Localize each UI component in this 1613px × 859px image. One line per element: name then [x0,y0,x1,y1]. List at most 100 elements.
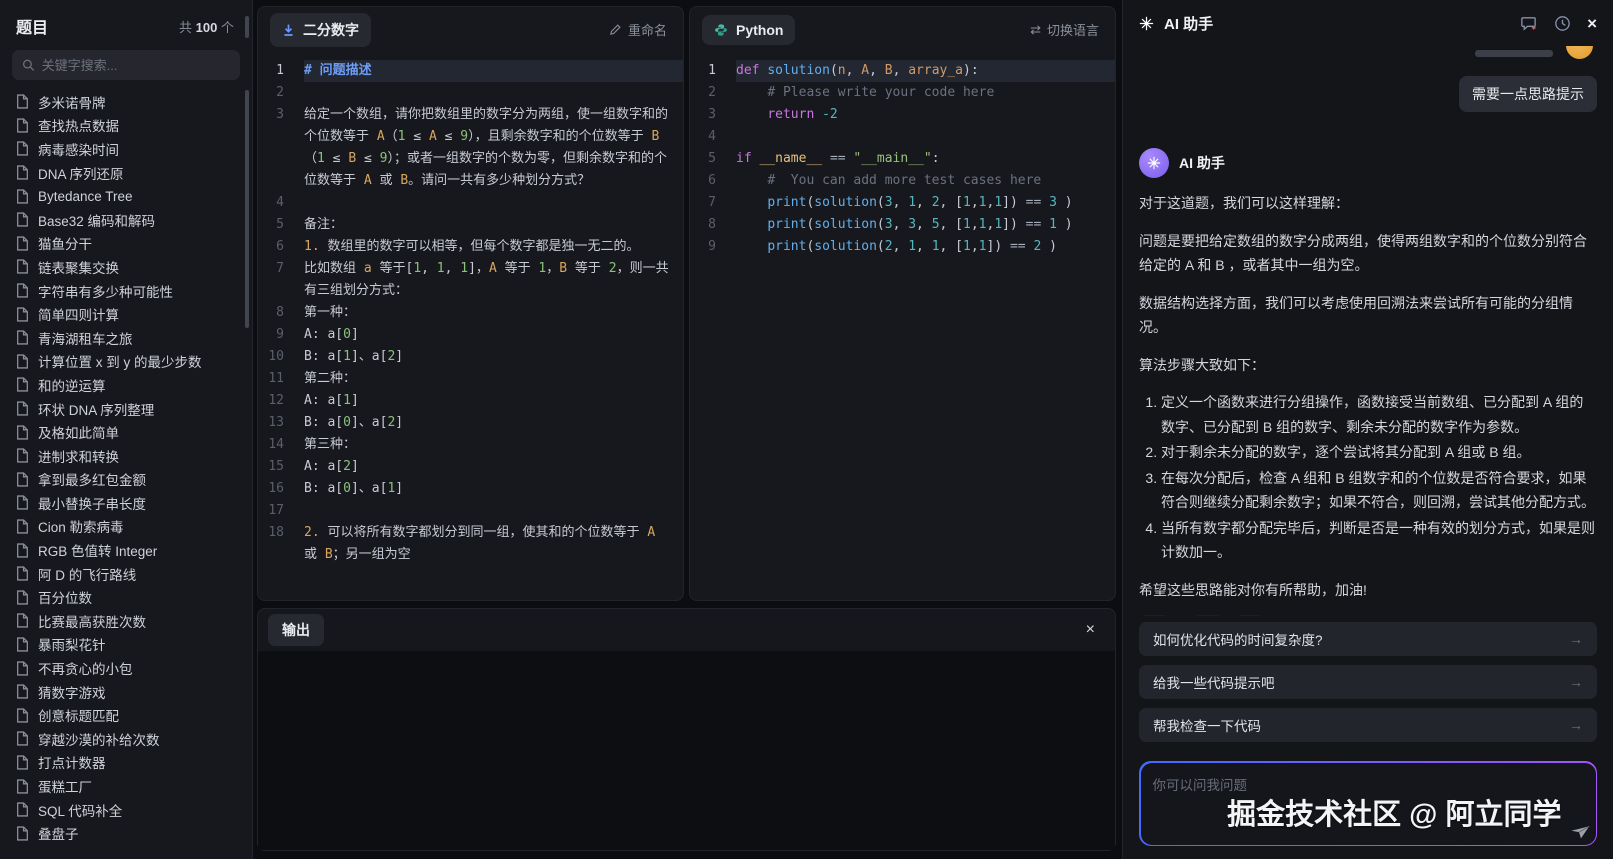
chat-input-border: 你可以问我问题 掘金技术社区 @ 阿立同学 [1139,761,1597,846]
suggested-question-button[interactable]: 如何优化代码的时间复杂度?→ [1139,622,1597,656]
problem-title: 最小替换子串长度 [38,493,146,513]
tab-label: 二分数字 [303,20,359,40]
history-clock-icon[interactable] [1553,14,1572,33]
problem-list-item[interactable]: 链表聚集交换 [0,255,252,279]
editor-line: 1def solution(n, A, B, array_a): [690,60,1115,82]
problem-list-item[interactable]: 叠盘子 [0,821,252,845]
new-chat-icon[interactable] [1519,14,1538,33]
arrow-right-icon: → [1569,631,1583,647]
send-icon[interactable] [1565,816,1593,844]
suggested-question-button[interactable]: 给我一些代码提示吧→ [1139,665,1597,699]
problem-title: Base32 编码和解码 [38,210,155,230]
editor-line: 8 print(solution(3, 3, 5, [1,1,1]) == 1 … [690,214,1115,236]
problem-list-item[interactable]: 计算位置 x 到 y 的最少步数 [0,350,252,374]
problem-list-item[interactable]: DNA 序列还原 [0,161,252,185]
close-output-icon[interactable]: × [1086,622,1095,638]
sidebar-title: 题目 [16,14,48,38]
problem-list-item[interactable]: 字符串有多少种可能性 [0,279,252,303]
problem-title: 蛋糕工厂 [38,776,92,796]
line-content: 第一种： [304,302,683,324]
document-icon [16,118,29,133]
document-icon [16,613,29,628]
problem-title: 打点计数器 [38,752,106,772]
arrow-right-icon: → [1569,674,1583,690]
thumbs-up-button[interactable] [1192,615,1224,616]
problem-list-item[interactable]: 打点计数器 [0,751,252,775]
rename-button[interactable]: 重命名 [609,20,667,39]
switch-language-button[interactable]: ⇄ 切换语言 [1030,20,1099,39]
suggested-question-button[interactable]: 帮我检查一下代码→ [1139,708,1597,742]
document-icon [16,590,29,605]
document-icon [16,212,29,227]
line-content [736,126,1115,148]
line-content: B: a[0]、a[2] [304,412,683,434]
problem-list-item[interactable]: RGB 色值转 Integer [0,538,252,562]
document-icon [16,165,29,180]
sidebar-scrollbar-thumb[interactable] [245,90,249,328]
problem-list-item[interactable]: Base32 编码和解码 [0,208,252,232]
tab-problem-description[interactable]: 二分数字 [270,13,371,47]
message-actions [1139,615,1597,616]
problem-title: 猜数字游戏 [38,682,106,702]
editor-line: 5备注： [258,214,683,236]
editor-line: 14第三种： [258,434,683,456]
editor-line: 5if __name__ == "__main__": [690,148,1115,170]
problem-list-item[interactable]: 猜数字游戏 [0,680,252,704]
line-number: 7 [258,258,304,302]
problem-list-item[interactable]: 小数和贩卖 [0,845,252,849]
description-editor[interactable]: 1# 问题描述23给定一个数组，请你把数组里的数字分为两组，使一组数字和的个位数… [258,52,683,600]
sparkle-icon [1139,16,1154,31]
close-panel-icon[interactable]: × [1587,15,1597,32]
document-icon [16,472,29,487]
problem-list-item[interactable]: 简单四则计算 [0,302,252,326]
output-panel: 输出 × [257,608,1116,851]
line-content: B: a[0]、a[1] [304,478,683,500]
problem-list-item[interactable]: 进制求和转换 [0,444,252,468]
line-content: A: a[0] [304,324,683,346]
sidebar-scrollbar-thumb-top[interactable] [245,16,249,38]
thumbs-down-button[interactable] [1234,615,1266,616]
problem-list-item[interactable]: 及格如此简单 [0,420,252,444]
problem-list-item[interactable]: 穿越沙漠的补给次数 [0,727,252,751]
problem-list-item[interactable]: Cion 勒索病毒 [0,515,252,539]
regenerate-button[interactable] [1139,615,1171,616]
problem-list-item[interactable]: Bytedance Tree [0,184,252,208]
problem-list-item[interactable]: 多米诺骨牌 [0,90,252,114]
chat-input[interactable]: 你可以问我问题 掘金技术社区 @ 阿立同学 [1141,763,1596,845]
assistant-paragraph: 问题是要把给定数组的数字分成两组，使得两组数字和的个位数分别符合给定的 A 和 … [1139,229,1597,278]
problem-list-item[interactable]: 不再贪心的小包 [0,656,252,680]
problem-list-item[interactable]: 比赛最高获胜次数 [0,609,252,633]
problem-list-item[interactable]: 创意标题匹配 [0,703,252,727]
document-icon [16,755,29,770]
problem-list-item[interactable]: 青海湖租车之旅 [0,326,252,350]
editor-line: 10B: a[1]、a[2] [258,346,683,368]
problem-list-item[interactable]: 猫鱼分干 [0,232,252,256]
problem-list-item[interactable]: 阿 D 的飞行路线 [0,562,252,586]
problem-list-item[interactable]: SQL 代码补全 [0,798,252,822]
problem-list-item[interactable]: 环状 DNA 序列整理 [0,397,252,421]
line-content: print(solution(2, 1, 1, [1,1]) == 2 ) [736,236,1115,258]
problem-list-item[interactable]: 拿到最多红包金额 [0,468,252,492]
line-content: 第二种： [304,368,683,390]
line-number: 15 [258,456,304,478]
problem-list-item[interactable]: 蛋糕工厂 [0,774,252,798]
document-icon [16,307,29,322]
problem-list-item[interactable]: 病毒感染时间 [0,137,252,161]
line-content [304,500,683,522]
line-content: def solution(n, A, B, array_a): [736,60,1115,82]
tab-output[interactable]: 输出 [268,614,324,646]
problem-list-item[interactable]: 和的逆运算 [0,373,252,397]
document-icon [16,495,29,510]
editor-line: 1# 问题描述 [258,60,683,82]
code-editor[interactable]: 1def solution(n, A, B, array_a):2 # Plea… [690,52,1115,600]
problem-list-item[interactable]: 查找热点数据 [0,114,252,138]
problem-list-item[interactable]: 暴雨梨花针 [0,633,252,657]
problem-list-item[interactable]: 最小替换子串长度 [0,491,252,515]
search-input[interactable] [42,58,230,73]
problem-title: 及格如此简单 [38,422,119,442]
editor-line: 8第一种： [258,302,683,324]
problem-title: 查找热点数据 [38,115,119,135]
search-box[interactable] [12,50,240,80]
problem-list-item[interactable]: 百分位数 [0,585,252,609]
tab-language-python[interactable]: Python [702,15,795,45]
